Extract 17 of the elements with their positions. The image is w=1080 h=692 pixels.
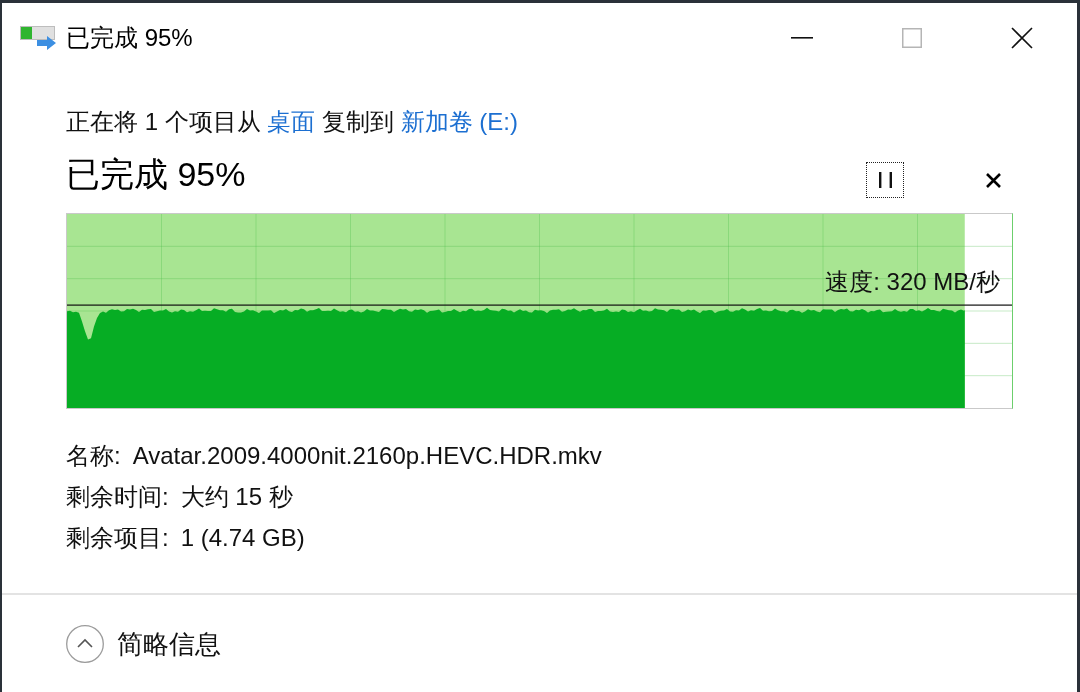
close-icon: [985, 172, 1001, 188]
speed-label: 速度: 320 MB/秒: [825, 267, 1000, 297]
detail-value: Avatar.2009.4000nit.2160p.HEVC.HDR.mkv: [132, 441, 602, 471]
location-link[interactable]: 新加卷 (E:): [400, 108, 519, 135]
detail-label: 名称:: [66, 441, 121, 471]
pause-button[interactable]: [866, 162, 904, 198]
fewer-details-button[interactable]: 简略信息: [66, 624, 221, 663]
progress-heading: 已完成 95%: [66, 154, 246, 195]
copy-transfer-icon: [20, 26, 58, 50]
detail-label: 剩余时间:: [66, 482, 169, 512]
location-link[interactable]: 桌面: [267, 108, 316, 135]
window-title: 已完成 95%: [66, 23, 193, 53]
copy-description: 正在将 1 个项目从 桌面 复制到 新加卷 (E:): [66, 107, 519, 137]
detail-value: 1 (4.74 GB): [180, 523, 305, 553]
detail-value: 大约 15 秒: [180, 482, 293, 512]
detail-label: 剩余项目:: [66, 523, 169, 553]
pause-icon: [878, 172, 892, 188]
